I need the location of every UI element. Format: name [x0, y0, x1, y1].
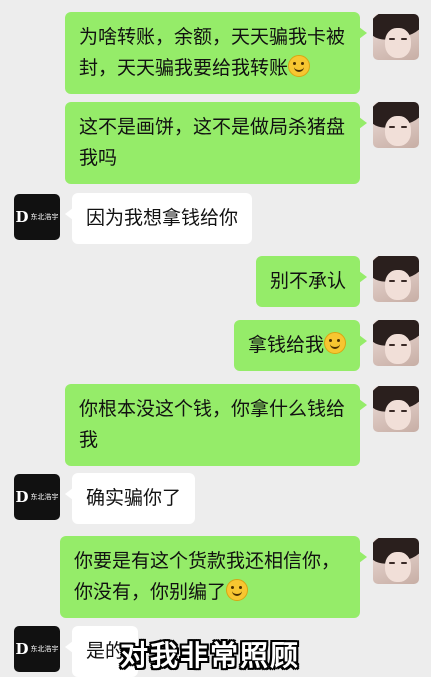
message-text: 你根本没这个钱，你拿什么钱给我: [79, 398, 346, 451]
message-text: 确实骗你了: [86, 487, 182, 509]
avatar-logo: D: [15, 208, 29, 226]
message-text: 这不是画饼，这不是做局杀猪盘我吗: [79, 116, 346, 169]
video-subtitle: 对我非常照顾: [120, 639, 301, 672]
my-avatar[interactable]: [373, 538, 419, 584]
my-avatar[interactable]: [373, 386, 419, 432]
avatar-logo-text: 东北浩宇: [30, 213, 59, 221]
message-bubble[interactable]: 别不承认: [255, 256, 368, 307]
my-avatar[interactable]: [373, 256, 419, 302]
contact-avatar[interactable]: D 东北浩宇: [14, 626, 60, 672]
avatar-logo-text: 东北浩宇: [30, 645, 59, 653]
message-bubble[interactable]: 这不是画饼，这不是做局杀猪盘我吗: [65, 102, 367, 184]
avatar-logo-text: 东北浩宇: [30, 493, 59, 501]
message-bubble[interactable]: 因为我想拿钱给你: [64, 193, 253, 244]
message-text: 拿钱给我: [247, 334, 324, 356]
my-avatar[interactable]: [373, 14, 419, 60]
avatar-logo: D: [15, 640, 29, 658]
message-bubble[interactable]: 你根本没这个钱，你拿什么钱给我: [65, 384, 367, 466]
message-bubble[interactable]: 你要是有这个货款我还相信你，你没有，你别编了: [60, 536, 367, 618]
my-avatar[interactable]: [373, 102, 419, 148]
contact-avatar[interactable]: D 东北浩宇: [14, 474, 60, 520]
my-avatar[interactable]: [373, 320, 419, 366]
message-text: 你要是有这个货款我还相信你，你没有，你别编了: [74, 550, 341, 603]
message-bubble[interactable]: 确实骗你了: [64, 473, 196, 524]
message-bubble[interactable]: 为啥转账，余额，天天骗我卡被封，天天骗我要给我转账: [65, 12, 367, 94]
contact-avatar[interactable]: D 东北浩宇: [14, 194, 60, 240]
message-bubble[interactable]: 拿钱给我: [233, 320, 368, 371]
message-text: 因为我想拿钱给你: [86, 207, 239, 229]
message-text: 是的: [86, 640, 125, 662]
message-text: 别不承认: [269, 270, 346, 292]
smile-emoji-icon: [288, 55, 311, 77]
smile-emoji-icon: [226, 579, 249, 601]
smile-emoji-icon: [324, 332, 346, 354]
avatar-logo: D: [15, 488, 29, 506]
